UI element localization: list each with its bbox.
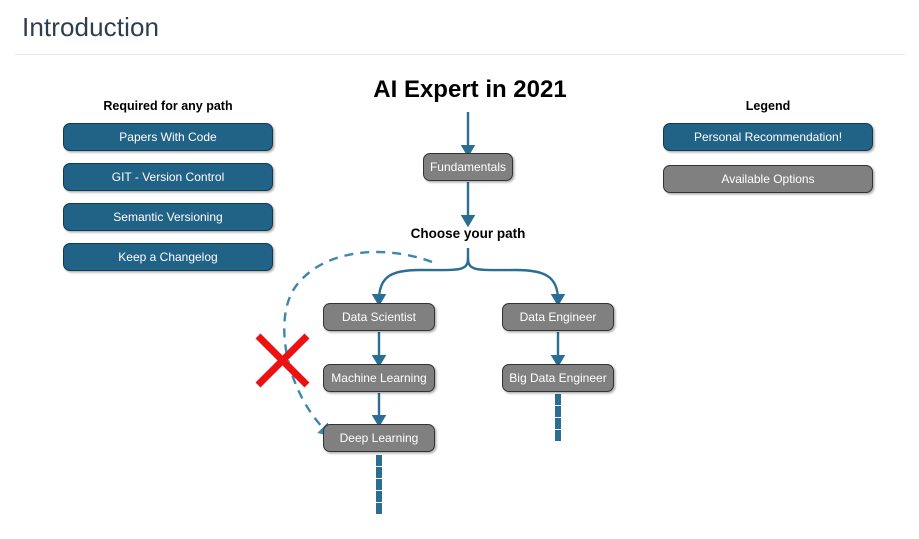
flow-node-data-engineer[interactable]: Data Engineer [502,303,614,331]
choose-your-path-label: Choose your path [410,226,526,241]
flow-node-data-scientist[interactable]: Data Scientist [323,303,435,331]
flowchart-title: AI Expert in 2021 [373,76,567,103]
flowchart: AI Expert in 2021 Choose your path Funda… [0,0,919,539]
flow-node-machine-learning[interactable]: Machine Learning [323,364,435,392]
flow-node-deep-learning[interactable]: Deep Learning [323,424,435,452]
connector-shortcut-to-deep-learning [283,250,433,437]
connector-branch-right [466,257,566,307]
red-x-icon [255,333,310,388]
connector-branch-left [371,257,470,307]
flow-node-fundamentals[interactable]: Fundamentals [423,153,513,181]
flow-node-big-data-engineer[interactable]: Big Data Engineer [502,364,614,392]
